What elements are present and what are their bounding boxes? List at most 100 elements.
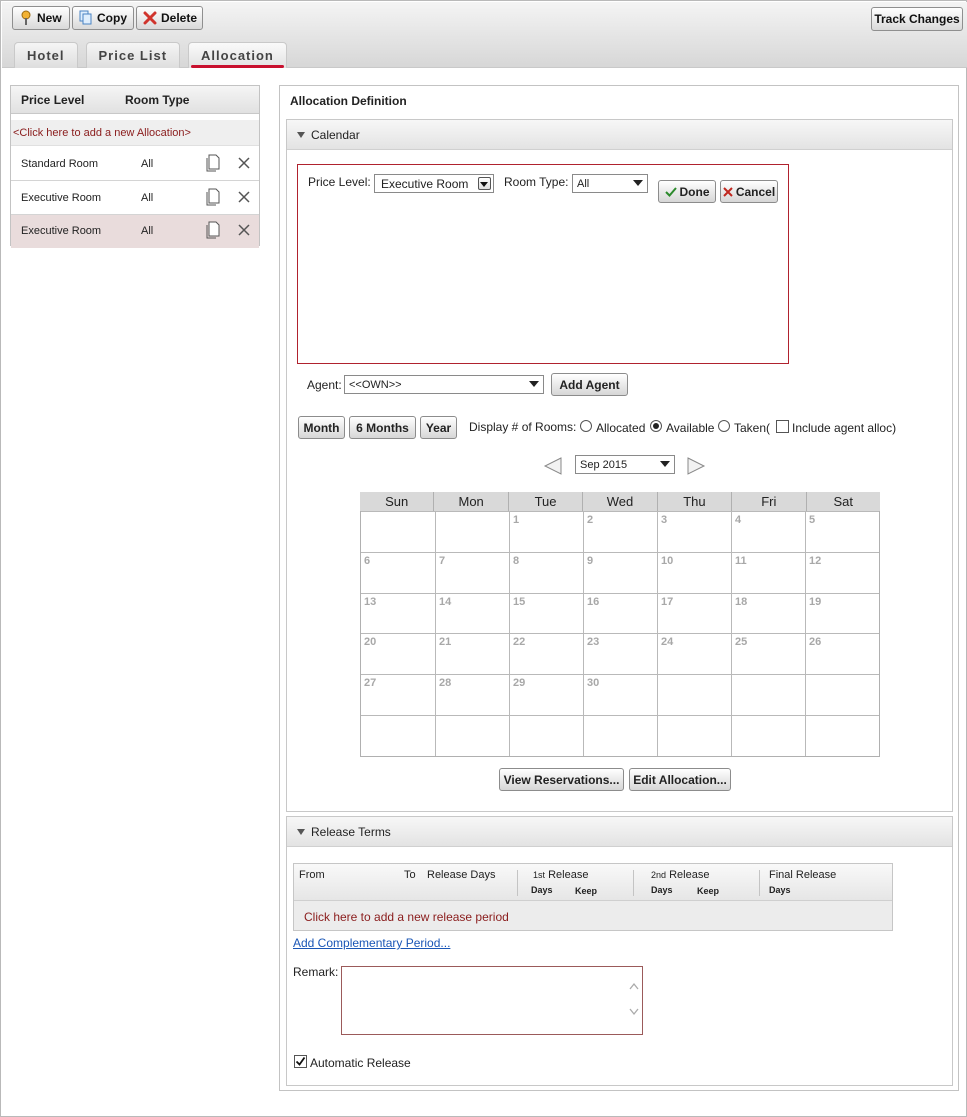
calendar-day-cell[interactable] — [657, 715, 731, 756]
calendar-day-cell[interactable]: 9 — [583, 551, 657, 593]
price-level-select[interactable]: Executive Room — [374, 174, 494, 193]
copy-button[interactable]: Copy — [72, 6, 134, 30]
add-agent-button[interactable]: Add Agent — [551, 373, 628, 396]
calendar-day-cell[interactable]: 4 — [731, 511, 805, 552]
calendar-day-number: 6 — [364, 554, 371, 567]
automatic-release-checkbox[interactable] — [294, 1055, 307, 1068]
calendar-day-number: 22 — [513, 636, 526, 649]
calendar-day-cell[interactable]: 21 — [435, 633, 509, 675]
row-price-level: Executive Room — [21, 192, 102, 204]
calendar-day-number: 28 — [439, 677, 452, 690]
copy-row-icon[interactable] — [206, 221, 220, 239]
calendar-day-cell[interactable]: 18 — [731, 592, 805, 634]
tab-allocation-label: Allocation — [201, 48, 274, 63]
view-year-label: Year — [425, 420, 452, 435]
add-allocation-link[interactable]: <Click here to add a new Allocation> — [11, 120, 259, 146]
calendar-day-cell[interactable] — [731, 715, 805, 756]
calendar-day-cell[interactable]: 10 — [657, 551, 731, 593]
prev-month-arrow-icon[interactable] — [543, 456, 563, 476]
calendar-day-cell[interactable]: 1 — [509, 511, 583, 552]
calendar-day-cell[interactable]: 3 — [657, 511, 731, 552]
radio-allocated[interactable] — [580, 420, 592, 432]
copy-row-icon[interactable] — [206, 154, 220, 172]
add-release-period-link[interactable]: Click here to add a new release period — [304, 910, 509, 924]
calendar-day-cell[interactable]: 6 — [361, 551, 435, 593]
track-changes-button[interactable]: Track Changes — [871, 7, 963, 31]
delete-row-icon[interactable] — [237, 156, 251, 170]
calendar-day-cell[interactable] — [361, 511, 435, 552]
release-terms-header[interactable]: Release Terms — [287, 817, 952, 847]
calendar-day-cell[interactable]: 26 — [805, 633, 879, 675]
calendar-day-cell[interactable] — [509, 715, 583, 756]
tab-allocation[interactable]: Allocation — [188, 42, 287, 68]
cancel-button[interactable]: Cancel — [720, 180, 778, 203]
calendar-day-number: 14 — [439, 595, 452, 608]
view-reservations-button[interactable]: View Reservations... — [499, 768, 624, 791]
remark-textarea[interactable] — [341, 966, 643, 1035]
calendar-day-cell[interactable]: 30 — [583, 674, 657, 716]
track-changes-label: Track Changes — [874, 12, 960, 26]
calendar-day-cell[interactable] — [805, 674, 879, 716]
view-month-button[interactable]: Month — [298, 416, 345, 439]
delete-button[interactable]: Delete — [136, 6, 203, 30]
calendar-day-cell[interactable]: 17 — [657, 592, 731, 634]
radio-taken[interactable] — [718, 420, 730, 432]
collapse-triangle-icon — [297, 828, 305, 835]
calendar-day-cell[interactable] — [435, 511, 509, 552]
calendar-section-header[interactable]: Calendar — [287, 120, 952, 150]
calendar-day-cell[interactable]: 24 — [657, 633, 731, 675]
calendar-day-cell[interactable]: 5 — [805, 511, 879, 552]
calendar-day-cell[interactable]: 22 — [509, 633, 583, 675]
calendar-day-cell[interactable]: 14 — [435, 592, 509, 634]
view-reservations-label: View Reservations... — [503, 772, 620, 787]
calendar-day-cell[interactable]: 15 — [509, 592, 583, 634]
calendar-day-cell[interactable] — [361, 715, 435, 756]
calendar-day-cell[interactable]: 13 — [361, 592, 435, 634]
calendar-day-number: 21 — [439, 636, 452, 649]
edit-allocation-label: Edit Allocation... — [633, 772, 727, 787]
textarea-scroll-arrows-icon[interactable] — [628, 981, 640, 1021]
allocation-editor-box: Price Level: Executive Room Room Type: A… — [297, 164, 789, 364]
new-button[interactable]: New — [12, 6, 70, 30]
calendar-day-cell[interactable]: 16 — [583, 592, 657, 634]
view-year-button[interactable]: Year — [420, 416, 457, 439]
delete-row-icon[interactable] — [237, 223, 251, 237]
allocation-row-selected[interactable]: Executive Room All — [11, 215, 259, 248]
calendar-day-cell[interactable] — [657, 674, 731, 716]
add-complementary-period-link[interactable]: Add Complementary Period... — [293, 936, 450, 950]
allocation-row[interactable]: Executive Room All — [11, 182, 259, 215]
calendar-day-cell[interactable]: 28 — [435, 674, 509, 716]
copy-row-icon[interactable] — [206, 188, 220, 206]
allocation-row[interactable]: Standard Room All — [11, 148, 259, 181]
calendar-day-cell[interactable]: 23 — [583, 633, 657, 675]
calendar-day-cell[interactable]: 27 — [361, 674, 435, 715]
calendar-day-cell[interactable]: 20 — [361, 633, 435, 674]
month-select[interactable]: Sep 2015 — [575, 455, 675, 474]
delete-row-icon[interactable] — [237, 190, 251, 204]
calendar-day-cell[interactable]: 11 — [731, 551, 805, 593]
next-month-arrow-icon[interactable] — [686, 456, 706, 476]
include-agent-checkbox[interactable] — [776, 420, 789, 433]
calendar-day-cell[interactable] — [583, 715, 657, 756]
calendar-day-cell[interactable]: 19 — [805, 592, 879, 634]
agent-select[interactable]: <<OWN>> — [344, 375, 544, 394]
calendar-day-cell[interactable]: 8 — [509, 551, 583, 593]
calendar-day-cell[interactable]: 25 — [731, 633, 805, 675]
room-type-select[interactable]: All — [572, 174, 648, 193]
calendar-day-cell[interactable]: 12 — [805, 551, 879, 593]
calendar-day-cell[interactable]: 29 — [509, 674, 583, 716]
tab-price-list[interactable]: Price List — [85, 42, 181, 68]
calendar-day-cell[interactable]: 7 — [435, 551, 509, 593]
done-button[interactable]: Done — [658, 180, 716, 203]
tab-hotel[interactable]: Hotel — [14, 42, 78, 68]
calendar-day-cell[interactable]: 2 — [583, 511, 657, 552]
view-6-months-button[interactable]: 6 Months — [349, 416, 416, 439]
calendar-day-number: 23 — [587, 636, 600, 649]
edit-allocation-button[interactable]: Edit Allocation... — [629, 768, 731, 791]
calendar-day-cell[interactable] — [731, 674, 805, 716]
calendar-day-cell[interactable] — [435, 715, 509, 756]
radio-available-selected[interactable] — [650, 420, 662, 432]
calendar-day-cell[interactable] — [805, 715, 879, 756]
col-from: From — [299, 869, 325, 881]
release-terms-section: Release Terms From To Release Days 1st R… — [286, 816, 953, 1086]
